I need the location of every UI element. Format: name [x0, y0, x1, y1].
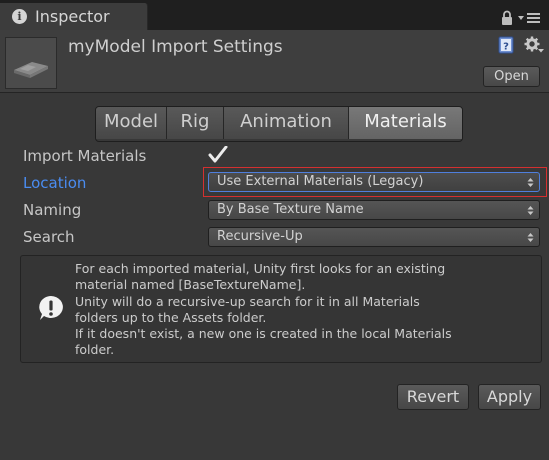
page-title: myModel Import Settings	[68, 37, 283, 57]
panel-menu-icon[interactable]	[517, 11, 541, 25]
help-line: folder.	[75, 342, 115, 358]
apply-button[interactable]: Apply	[478, 384, 541, 410]
gear-icon[interactable]	[524, 36, 544, 54]
help-message: For each imported material, Unity first …	[75, 261, 535, 359]
naming-dropdown[interactable]: By Base Texture Name	[208, 200, 540, 220]
import-materials-checkbox[interactable]	[208, 146, 228, 164]
help-line: material named [BaseTextureName].	[75, 277, 306, 293]
info-icon: i	[12, 9, 27, 24]
help-line: folders up to the Assets folder.	[75, 309, 267, 325]
tab-title: Inspector	[35, 7, 110, 26]
search-dropdown[interactable]: Recursive-Up	[208, 227, 540, 247]
help-book-icon[interactable]: ?	[497, 36, 515, 54]
tab-animation[interactable]: Animation	[224, 107, 349, 139]
svg-text:?: ?	[503, 42, 509, 53]
revert-button[interactable]: Revert	[397, 384, 469, 410]
model-thumbnail	[5, 37, 57, 89]
open-button[interactable]: Open	[483, 66, 540, 87]
tab-rig[interactable]: Rig	[167, 107, 224, 139]
help-line: For each imported material, Unity first …	[75, 261, 446, 276]
dropdown-arrows-icon	[527, 178, 534, 187]
lock-icon[interactable]	[500, 10, 514, 26]
tab-model[interactable]: Model	[96, 107, 167, 139]
window-tab-bar: i Inspector	[0, 0, 549, 30]
dropdown-arrows-icon	[527, 233, 534, 242]
help-line: Unity will do a recursive-up search for …	[75, 293, 420, 309]
tab-inspector[interactable]: i Inspector	[0, 3, 148, 30]
import-materials-label: Import Materials	[23, 147, 147, 165]
model-preview-icon	[14, 62, 48, 78]
inspector-header: myModel Import Settings ? Open	[0, 30, 549, 93]
dropdown-arrows-icon	[527, 206, 534, 215]
location-dropdown-value: Use External Materials (Legacy)	[217, 174, 424, 189]
location-label: Location	[23, 174, 87, 192]
naming-dropdown-value: By Base Texture Name	[217, 202, 364, 217]
search-label: Search	[23, 228, 75, 246]
location-dropdown[interactable]: Use External Materials (Legacy)	[208, 172, 540, 192]
info-helpbox: For each imported material, Unity first …	[20, 255, 542, 363]
help-line: If it doesn't exist, a new one is create…	[75, 326, 452, 342]
naming-label: Naming	[23, 201, 82, 219]
search-dropdown-value: Recursive-Up	[217, 229, 303, 244]
info-bubble-icon	[39, 296, 63, 320]
import-tabs: Model Rig Animation Materials	[95, 106, 463, 142]
tab-materials[interactable]: Materials	[349, 107, 462, 139]
